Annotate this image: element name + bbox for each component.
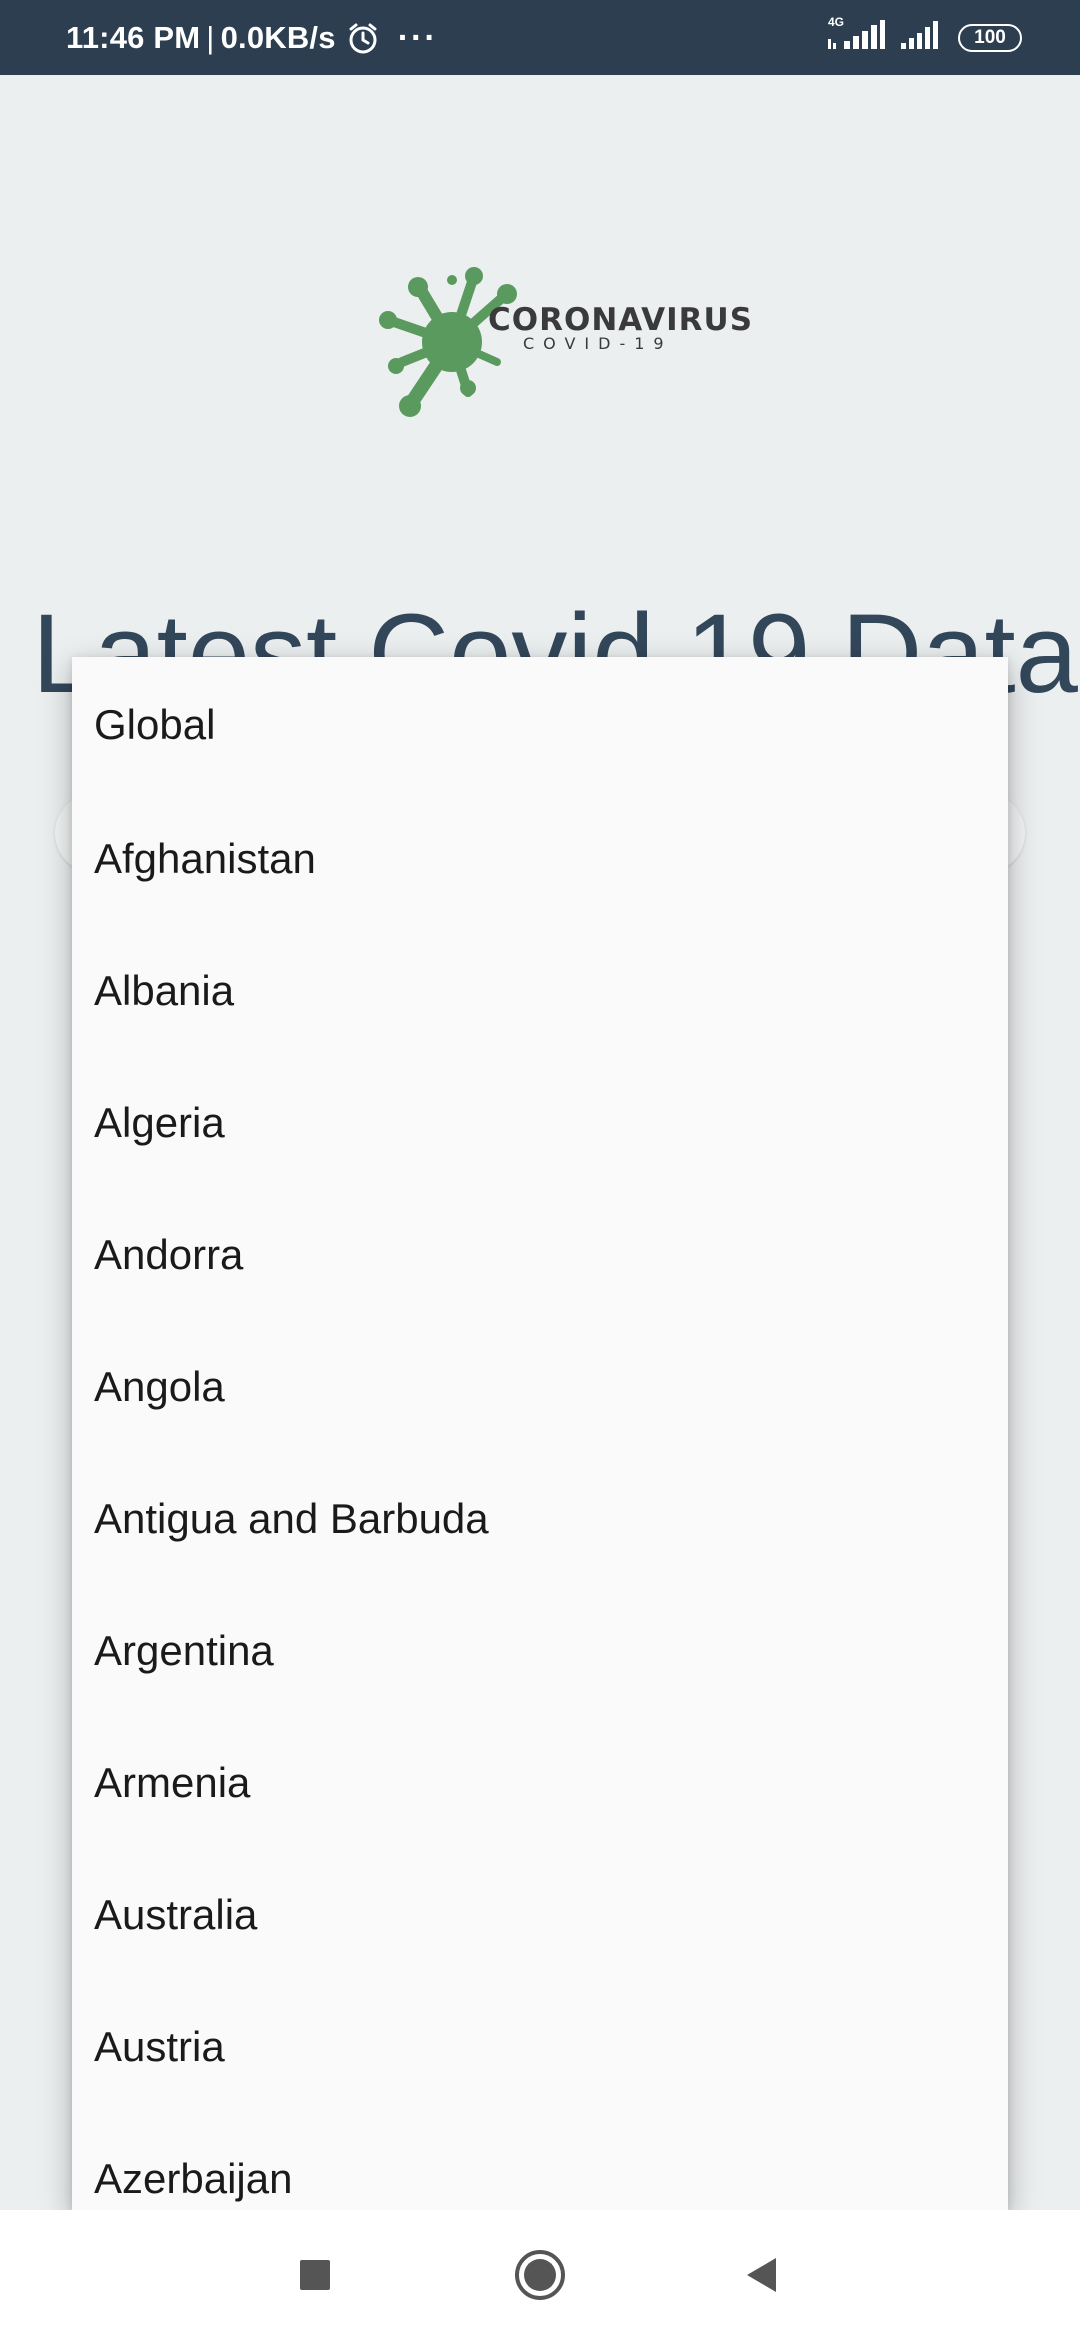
dropdown-options: Global Afghanistan Albania Algeria Andor… [72, 657, 1008, 2210]
signal-icon [900, 19, 944, 56]
dropdown-option[interactable]: Azerbaijan [72, 2113, 1008, 2210]
home-button[interactable] [490, 2210, 590, 2340]
back-button[interactable] [712, 2210, 812, 2340]
network-tag: 4G [828, 15, 845, 29]
navigation-bar [0, 2210, 1080, 2340]
status-net-speed: 0.0KB/s [220, 19, 336, 55]
dropdown-option[interactable]: Albania [72, 925, 1008, 1057]
status-separator: | [206, 19, 215, 55]
logo-subtitle: COVID-19 [523, 334, 673, 353]
dropdown-option[interactable]: Australia [72, 1849, 1008, 1981]
dropdown-option[interactable]: Global [72, 657, 1008, 793]
signal-4g-icon: 4G [826, 15, 886, 56]
status-left: 11:46 PM | 0.0KB/s ··· [66, 0, 438, 75]
alarm-icon [346, 21, 380, 55]
dropdown-option[interactable]: Angola [72, 1321, 1008, 1453]
recents-button[interactable] [265, 2210, 365, 2340]
status-overflow-dots: ··· [397, 18, 438, 57]
dropdown-option[interactable]: Andorra [72, 1189, 1008, 1321]
status-bar: 11:46 PM | 0.0KB/s ··· 4G 100 [0, 0, 1080, 75]
status-time: 11:46 PM [66, 19, 201, 55]
dropdown-option[interactable]: Austria [72, 1981, 1008, 2113]
recents-icon [300, 2260, 330, 2290]
dropdown-option[interactable]: Algeria [72, 1057, 1008, 1189]
dropdown-option[interactable]: Argentina [72, 1585, 1008, 1717]
battery-icon: 100 [958, 23, 1022, 52]
dropdown-option[interactable]: Armenia [72, 1717, 1008, 1849]
country-dropdown[interactable]: Global Afghanistan Albania Algeria Andor… [72, 657, 1008, 2210]
status-right: 4G 100 [826, 0, 1022, 75]
home-icon [515, 2250, 565, 2300]
logo-title: CORONAVIRUS [488, 302, 754, 338]
back-icon [747, 2258, 776, 2292]
dropdown-option[interactable]: Afghanistan [72, 793, 1008, 925]
battery-level: 100 [974, 26, 1006, 48]
dropdown-option[interactable]: Antigua and Barbuda [72, 1453, 1008, 1585]
